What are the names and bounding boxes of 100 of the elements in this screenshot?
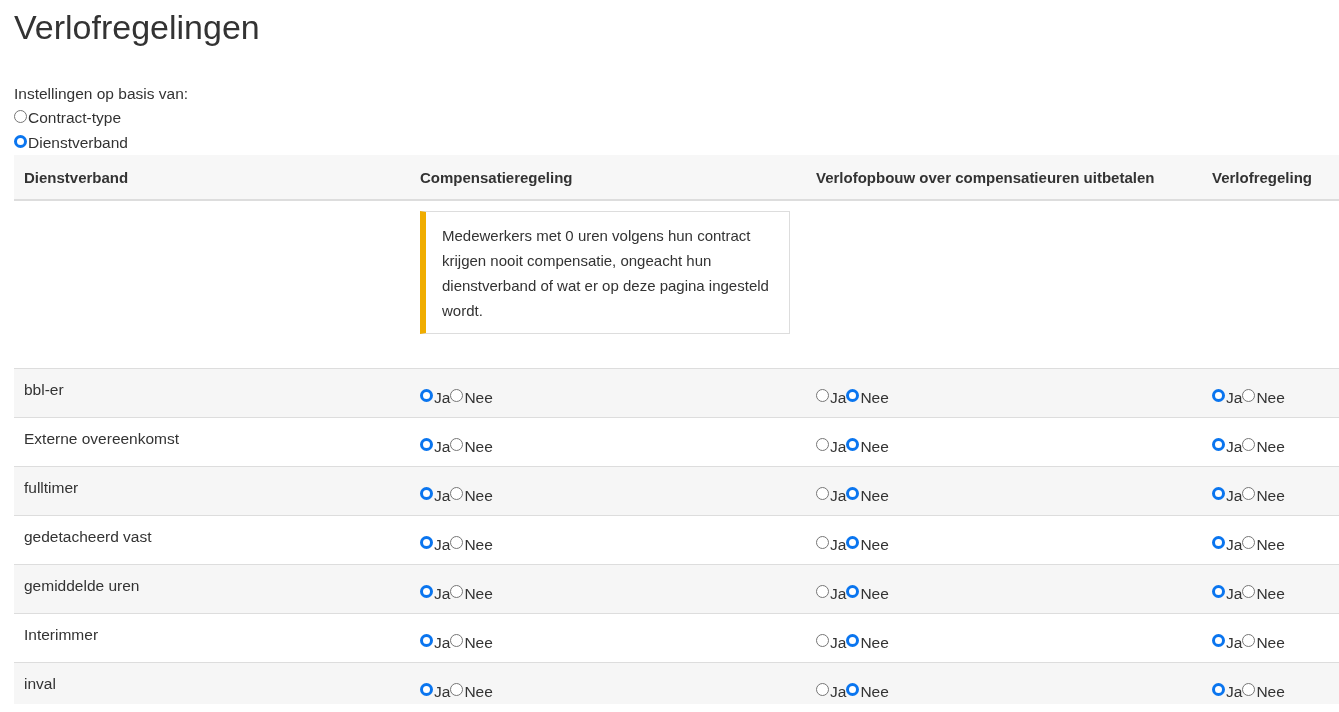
option-label: Nee xyxy=(860,534,889,555)
radio-option[interactable]: Nee xyxy=(846,524,889,564)
radio-option[interactable]: Nee xyxy=(1242,475,1285,515)
radio-option[interactable]: Nee xyxy=(450,377,493,417)
radio-option[interactable]: Nee xyxy=(450,671,493,704)
radio-option[interactable]: Ja xyxy=(420,573,451,613)
radio-empty[interactable] xyxy=(1242,487,1256,500)
radio-option[interactable]: Nee xyxy=(846,622,889,662)
option-label: Nee xyxy=(1256,436,1285,457)
radio-selected[interactable] xyxy=(420,683,433,696)
radio-option[interactable]: Nee xyxy=(1242,573,1285,613)
radio-empty[interactable] xyxy=(816,438,829,451)
radio-option[interactable]: Nee xyxy=(1242,671,1285,704)
radio-option[interactable]: Ja xyxy=(1212,426,1243,466)
radio-option[interactable]: Ja xyxy=(816,573,847,613)
radio-empty[interactable] xyxy=(450,389,464,402)
radio-option[interactable]: Nee xyxy=(450,573,493,613)
radio-empty[interactable] xyxy=(1242,585,1256,598)
radio-option[interactable]: Nee xyxy=(846,377,889,417)
radio-option[interactable]: Ja xyxy=(816,671,847,704)
radio-selected[interactable] xyxy=(846,536,860,549)
radio-empty[interactable] xyxy=(450,487,464,500)
radio-option[interactable]: Ja xyxy=(1212,524,1243,564)
radio-empty[interactable] xyxy=(450,634,464,647)
radio-option[interactable]: Ja xyxy=(816,475,847,515)
radio-option[interactable]: Ja xyxy=(816,426,847,466)
radio-empty[interactable] xyxy=(1242,536,1256,549)
radio-empty[interactable] xyxy=(816,487,829,500)
radio-empty[interactable] xyxy=(1242,438,1256,451)
radio-selected[interactable] xyxy=(846,438,860,451)
option-label: Nee xyxy=(860,387,889,408)
radio-option[interactable]: Ja xyxy=(1212,377,1243,417)
radio-selected[interactable] xyxy=(14,134,27,148)
radio-selected[interactable] xyxy=(846,487,860,500)
radio-option[interactable]: Nee xyxy=(846,426,889,466)
radio-empty[interactable] xyxy=(1242,683,1256,696)
radio-selected[interactable] xyxy=(846,389,860,402)
radio-option[interactable]: Ja xyxy=(1212,475,1243,515)
radio-option[interactable]: Nee xyxy=(450,524,493,564)
radio-selected[interactable] xyxy=(1212,389,1225,402)
radio-option[interactable]: Nee xyxy=(1242,622,1285,662)
radio-option[interactable]: Nee xyxy=(1242,524,1285,564)
radio-option[interactable]: Nee xyxy=(450,622,493,662)
radio-selected[interactable] xyxy=(846,585,860,598)
radio-option[interactable]: Ja xyxy=(420,622,451,662)
radio-empty[interactable] xyxy=(1242,634,1256,647)
option-label: Ja xyxy=(830,436,847,457)
radio-option[interactable]: Ja xyxy=(1212,573,1243,613)
radio-selected[interactable] xyxy=(1212,487,1225,500)
radio-selected[interactable] xyxy=(420,536,433,549)
option-label: Nee xyxy=(464,387,493,408)
radio-selected[interactable] xyxy=(1212,536,1225,549)
radio-selected[interactable] xyxy=(1212,438,1225,451)
radio-option[interactable]: Ja xyxy=(1212,671,1243,704)
radio-option[interactable]: Ja xyxy=(816,377,847,417)
option-label: Nee xyxy=(1256,632,1285,653)
radio-option[interactable]: Ja xyxy=(816,622,847,662)
radio-option[interactable]: Ja xyxy=(816,524,847,564)
table-cell-text: Interimmer xyxy=(23,625,100,645)
settings-option[interactable]: Dienstverband xyxy=(14,130,128,155)
radio-empty[interactable] xyxy=(14,109,27,123)
radio-option[interactable]: Ja xyxy=(420,426,451,466)
radio-option[interactable]: Nee xyxy=(1242,426,1285,466)
radio-selected[interactable] xyxy=(420,487,433,500)
radio-selected[interactable] xyxy=(846,634,860,647)
radio-selected[interactable] xyxy=(420,389,433,402)
radio-empty[interactable] xyxy=(816,536,829,549)
radio-empty[interactable] xyxy=(450,585,464,598)
option-label: Contract-type xyxy=(28,108,122,128)
radio-selected[interactable] xyxy=(1212,634,1225,647)
radio-selected[interactable] xyxy=(420,634,433,647)
radio-option[interactable]: Nee xyxy=(450,426,493,466)
radio-option[interactable]: Nee xyxy=(846,573,889,613)
radio-option[interactable]: Ja xyxy=(420,377,451,417)
radio-selected[interactable] xyxy=(1212,683,1225,696)
radio-empty[interactable] xyxy=(450,438,464,451)
warning-notice: Medewerkers met 0 uren volgens hun contract krijgen nooit compensatie, ongeacht hun dienstverband of wat er op deze pagina ingesteld wordt. xyxy=(420,211,790,334)
radio-selected[interactable] xyxy=(846,683,860,696)
radio-selected[interactable] xyxy=(420,438,433,451)
radio-empty[interactable] xyxy=(816,585,829,598)
radio-option[interactable]: Ja xyxy=(420,524,451,564)
radio-option[interactable]: Nee xyxy=(846,475,889,515)
radio-option[interactable]: Ja xyxy=(420,475,451,515)
radio-option[interactable]: Nee xyxy=(1242,377,1285,417)
radio-empty[interactable] xyxy=(450,536,464,549)
radio-empty[interactable] xyxy=(1242,389,1256,402)
radio-option[interactable]: Nee xyxy=(846,671,889,704)
settings-option[interactable]: Contract-type xyxy=(14,105,122,130)
radio-selected[interactable] xyxy=(1212,585,1225,598)
radio-empty[interactable] xyxy=(450,683,464,696)
radio-empty[interactable] xyxy=(816,389,829,402)
radio-option[interactable]: Ja xyxy=(1212,622,1243,662)
table-cell-text: gedetacheerd vast xyxy=(23,527,153,547)
radio-empty[interactable] xyxy=(816,683,829,696)
radio-selected[interactable] xyxy=(420,585,433,598)
radio-option[interactable]: Nee xyxy=(450,475,493,515)
table-cell-text: fulltimer xyxy=(23,478,80,498)
option-label: Ja xyxy=(1226,681,1243,702)
radio-empty[interactable] xyxy=(816,634,829,647)
radio-option[interactable]: Ja xyxy=(420,671,451,704)
